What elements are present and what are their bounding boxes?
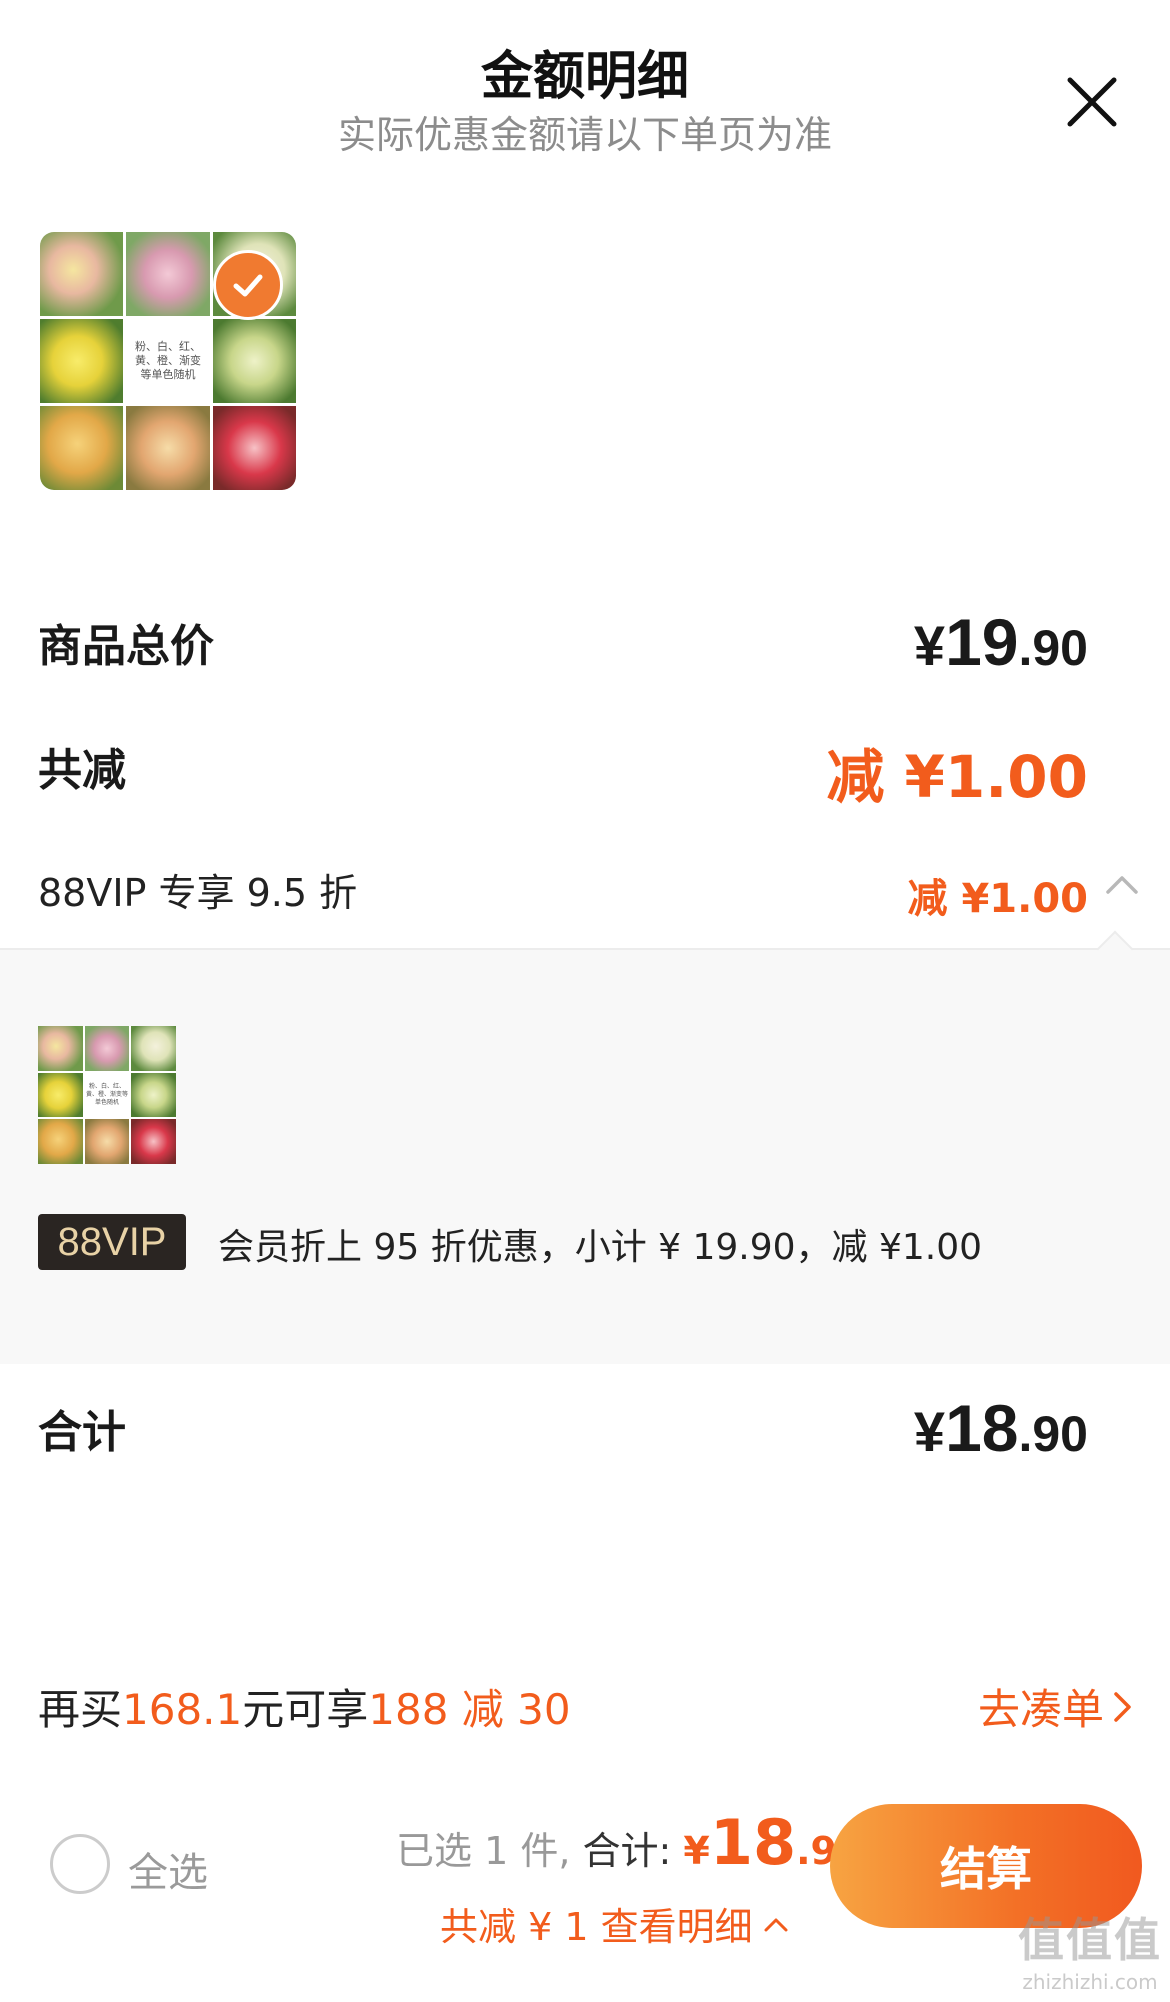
add-more-items-link[interactable]: 去凑单 [978,1676,1134,1737]
product-thumbnail-small: 粉、白、红、黄、橙、渐变等单色随机 [38,1026,176,1164]
flower-tile [40,406,124,490]
total-label: 合计 [38,1407,126,1458]
flower-tile [84,1026,130,1071]
goods-total-label: 商品总价 [38,621,214,672]
close-icon[interactable] [1062,72,1122,132]
order-summary: 已选 1 件, 合计: ¥18.90 [396,1806,864,1879]
flower-tile [40,232,124,316]
vip-discount-amount[interactable]: 减 ¥1.00 [908,866,1088,924]
chevron-up-icon [764,1918,788,1931]
product-caption-small: 粉、白、红、黄、橙、渐变等单色随机 [84,1072,130,1118]
flower-tile [212,406,296,490]
product-caption: 粉、白、红、黄、橙、渐变等单色随机 [126,319,210,403]
reduction-amount: 减 ¥1.00 [826,743,1088,811]
flower-tile [38,1026,83,1071]
selected-check-icon[interactable] [213,250,283,320]
flower-tile [131,1119,176,1164]
panel-pointer [1096,930,1134,968]
select-all-label[interactable]: 全选 [128,1840,208,1898]
flower-tile [131,1026,176,1071]
flower-tile [126,232,210,316]
flower-tile [84,1119,130,1164]
flower-tile [126,406,210,490]
vip-detail-panel: 粉、白、红、黄、橙、渐变等单色随机 88VIP 会员折上 95 折优惠，小计 ¥… [0,930,1170,1364]
reduction-label: 共减 [38,745,126,796]
watermark: 值值值 zhizhizhi.com [1018,1913,1162,1994]
flower-tile [131,1072,176,1118]
view-details-link[interactable]: 共减 ¥ 1 查看明细 [440,1896,789,1951]
goods-total-price: ¥19.90 [913,605,1088,679]
checkout-bar: 全选 已选 1 件, 合计: ¥18.90 共减 ¥ 1 查看明细 结算 [0,1780,1170,2002]
flower-tile [40,319,124,403]
total-price: ¥18.90 [913,1391,1088,1465]
flower-tile [38,1072,83,1118]
chevron-right-icon [1114,1691,1131,1722]
vip-discount-label: 88VIP 专享 9.5 折 [38,871,358,915]
modal-header: 金额明细 实际优惠金额请以下单页为准 [0,0,1170,160]
page-subtitle: 实际优惠金额请以下单页为准 [337,113,832,157]
chevron-up-icon[interactable] [1104,872,1140,896]
flower-tile [38,1119,83,1164]
flower-tile [212,319,296,403]
promo-text: 再买168.1元可享188 减 30 [38,1685,571,1734]
vip-badge: 88VIP [38,1214,186,1270]
select-all-radio[interactable] [50,1834,110,1894]
page-title: 金额明细 [480,47,689,107]
vip-discount-detail: 会员折上 95 折优惠，小计 ¥ 19.90，减 ¥1.00 [218,1227,983,1268]
